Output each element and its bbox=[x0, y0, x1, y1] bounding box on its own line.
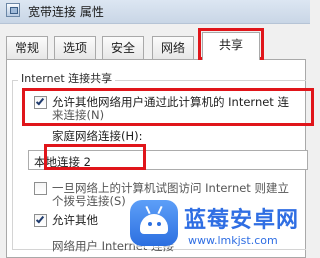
allow-others-checkbox[interactable] bbox=[34, 96, 47, 109]
watermark-url: www.lmkjst.com bbox=[188, 234, 278, 247]
checkmark-icon bbox=[35, 214, 45, 224]
home-network-value: 本地连接 2 bbox=[34, 155, 91, 169]
checkmark-icon bbox=[35, 96, 45, 106]
logo-eye-right bbox=[157, 222, 161, 226]
dial-on-demand-label-line2: 个拨号连接(S) bbox=[52, 194, 126, 208]
allow-control-checkbox[interactable] bbox=[34, 214, 47, 227]
logo-antenna-right bbox=[157, 205, 163, 215]
watermark-brand: 蓝莓安卓网 bbox=[184, 208, 300, 233]
tab-security[interactable]: 安全 bbox=[102, 36, 144, 60]
logo-antenna-left bbox=[145, 205, 151, 215]
home-network-select[interactable]: 本地连接 2 bbox=[28, 150, 308, 170]
network-connection-icon bbox=[6, 3, 20, 17]
tab-sharing[interactable]: 共享 bbox=[202, 32, 260, 60]
tab-options[interactable]: 选项 bbox=[54, 36, 96, 60]
dial-on-demand-checkbox[interactable] bbox=[34, 182, 47, 195]
logo-eye-left bbox=[148, 222, 152, 226]
tab-strip: 常规 选项 安全 网络 共享 bbox=[6, 32, 306, 60]
allow-control-label-line1: 允许其他 bbox=[52, 213, 98, 227]
home-network-label: 家庭网络连接(H): bbox=[52, 129, 143, 143]
watermark: 蓝莓安卓网 www.lmkjst.com bbox=[118, 196, 310, 258]
tab-networking[interactable]: 网络 bbox=[152, 36, 194, 60]
ics-group-label: Internet 连接共享 bbox=[18, 70, 116, 86]
berry-logo-icon bbox=[130, 200, 178, 246]
window-titlebar: 宽带连接 属性 bbox=[0, 0, 310, 24]
allow-others-label-line2: 来连接(N) bbox=[52, 108, 105, 122]
tab-general[interactable]: 常规 bbox=[6, 36, 48, 60]
window-title: 宽带连接 属性 bbox=[28, 5, 104, 19]
